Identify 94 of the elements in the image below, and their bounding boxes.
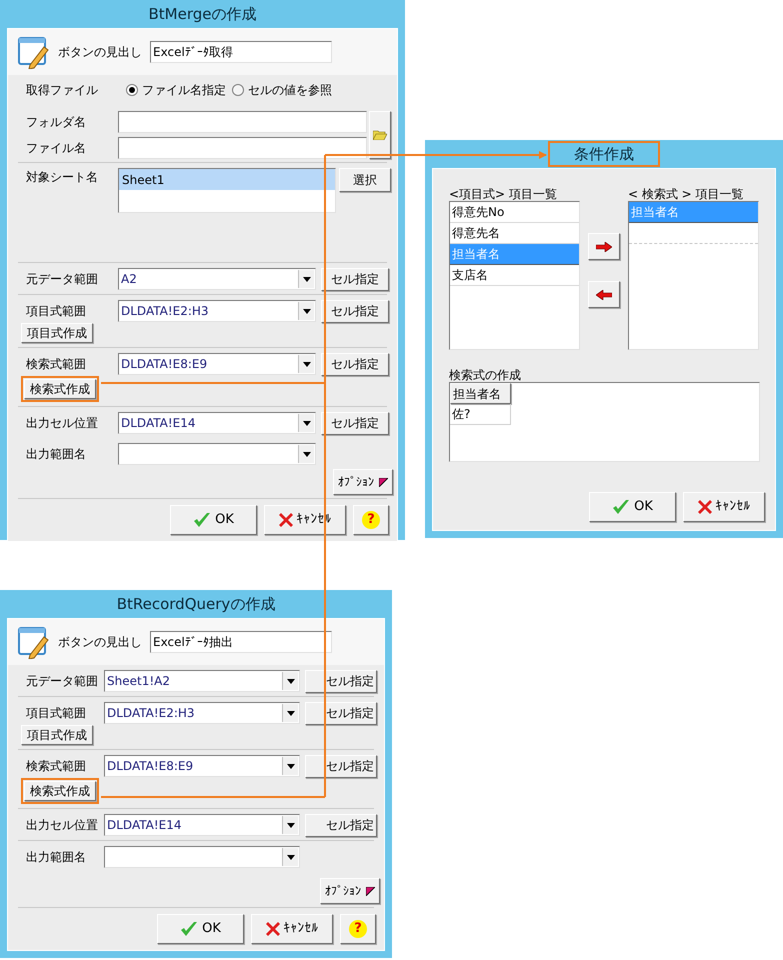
- add-button[interactable]: [588, 233, 620, 260]
- dropdown-icon: [302, 452, 310, 456]
- options-button[interactable]: ｵﾌﾟｼｮﾝ: [333, 469, 393, 495]
- ok-button[interactable]: OK: [157, 914, 244, 944]
- create-button[interactable]: 項目式作成: [21, 323, 93, 343]
- dropdown-icon: [286, 764, 294, 768]
- cell-select-button[interactable]: セル指定: [305, 754, 377, 778]
- window-title: BtRecordQueryの作成: [116, 594, 276, 615]
- list-item[interactable]: 得意先No: [450, 202, 579, 223]
- radio-label: ファイル名指定: [142, 82, 226, 99]
- section-heading: 検索式の作成: [449, 367, 522, 382]
- field-label: 項目式範囲: [26, 705, 87, 722]
- condition-grid[interactable]: 担当者名 佐?: [449, 382, 760, 462]
- dropdown-icon: [286, 710, 294, 716]
- folder-icon: [373, 130, 387, 140]
- window-title: BtMergeの作成: [148, 4, 258, 25]
- cell-select-button[interactable]: セル指定: [305, 702, 377, 724]
- field-label: ボタンの見出し: [58, 44, 142, 61]
- dropdown-icon: [302, 420, 310, 426]
- field-label: 対象シート名: [26, 169, 99, 186]
- cell-select-button[interactable]: セル指定: [321, 300, 389, 322]
- field-label: 出力セル位置: [26, 415, 99, 432]
- corner-triangle-icon: [366, 886, 375, 896]
- combo-field[interactable]: DLDATA!E8:E9: [104, 755, 300, 777]
- checkmark-icon: [180, 921, 198, 937]
- field-label: ファイル名: [26, 140, 87, 157]
- cancel-button[interactable]: ｷｬﾝｾﾙ: [683, 492, 765, 522]
- list-heading: < 検索式 > 項目一覧: [628, 186, 745, 201]
- combo-field[interactable]: Sheet1!A2: [104, 670, 300, 692]
- field-label: フォルダ名: [26, 114, 87, 131]
- combo-field[interactable]: [104, 846, 300, 868]
- window-title: 条件作成: [548, 141, 660, 167]
- select-button[interactable]: 選択: [339, 168, 391, 192]
- help-button[interactable]: ?: [353, 505, 389, 535]
- create-button[interactable]: 項目式作成: [21, 725, 93, 745]
- field-label: 項目式範囲: [26, 303, 87, 320]
- cell-select-button[interactable]: セル指定: [321, 268, 389, 290]
- combo-field[interactable]: DLDATA!E14: [118, 412, 316, 434]
- list-item[interactable]: 支店名: [450, 265, 579, 286]
- combo-field[interactable]: [118, 443, 316, 465]
- corner-triangle-icon: [379, 478, 388, 486]
- dropdown-icon: [302, 276, 310, 282]
- list-item[interactable]: Sheet1: [119, 169, 335, 190]
- options-button[interactable]: ｵﾌﾟｼｮﾝ: [320, 878, 380, 904]
- dropdown-icon: [286, 822, 294, 828]
- field-label: 検索式範囲: [26, 758, 87, 775]
- grid-cell[interactable]: 佐?: [450, 404, 511, 425]
- right-arrow-icon: [596, 242, 612, 252]
- sheet-list[interactable]: Sheet1: [118, 168, 336, 213]
- dropdown-icon: [302, 362, 310, 366]
- radio-label: セルの値を参照: [248, 82, 332, 99]
- remove-button[interactable]: [588, 281, 620, 308]
- text-field[interactable]: [118, 111, 367, 133]
- create-button[interactable]: 検索式作成: [24, 781, 96, 801]
- field-label: ボタンの見出し: [58, 634, 142, 651]
- left-arrow-icon: [596, 290, 612, 300]
- checkmark-icon: [612, 499, 630, 515]
- cancel-button[interactable]: ｷｬﾝｾﾙ: [251, 914, 333, 944]
- combo-field[interactable]: DLDATA!E2:H3: [118, 300, 316, 322]
- combo-field[interactable]: DLDATA!E14: [104, 814, 300, 836]
- cross-icon: [698, 500, 712, 514]
- field-label: 検索式範囲: [26, 356, 87, 373]
- combo-field[interactable]: DLDATA!E2:H3: [104, 702, 300, 724]
- field-label: 出力セル位置: [26, 817, 99, 834]
- radio-button[interactable]: [126, 84, 138, 96]
- radio-button[interactable]: [232, 84, 244, 96]
- cross-icon: [278, 513, 292, 527]
- field-label: 出力範囲名: [26, 446, 87, 463]
- field-label: 元データ範囲: [26, 673, 99, 690]
- list-heading: <項目式> 項目一覧: [449, 186, 558, 201]
- field-label: 元データ範囲: [26, 271, 99, 288]
- cross-icon: [266, 922, 280, 936]
- cell-select-button[interactable]: セル指定: [305, 670, 377, 692]
- caption-field[interactable]: Excelﾃﾞｰﾀ抽出: [150, 631, 332, 653]
- create-button[interactable]: 検索式作成: [24, 379, 96, 399]
- cell-select-button[interactable]: セル指定: [305, 814, 377, 836]
- caption-field[interactable]: Excelﾃﾞｰﾀ取得: [150, 41, 332, 63]
- text-field[interactable]: [118, 137, 367, 159]
- combo-field[interactable]: A2: [118, 268, 316, 290]
- dropdown-icon: [302, 308, 310, 314]
- dropdown-icon: [286, 678, 294, 684]
- browse-button[interactable]: [369, 111, 391, 159]
- field-label: 取得ファイル: [26, 82, 99, 99]
- ok-button[interactable]: OK: [589, 492, 676, 522]
- column-header: 担当者名: [450, 383, 511, 404]
- combo-field[interactable]: DLDATA!E8:E9: [118, 353, 316, 375]
- cell-select-button[interactable]: セル指定: [321, 352, 389, 376]
- dropdown-icon: [286, 854, 294, 860]
- list-box[interactable]: 得意先No 得意先名 担当者名 支店名: [449, 201, 580, 350]
- field-label: 出力範囲名: [26, 849, 87, 866]
- cell-select-button[interactable]: セル指定: [321, 412, 389, 434]
- checkmark-icon: [193, 512, 212, 528]
- help-button[interactable]: ?: [340, 914, 376, 944]
- ok-button[interactable]: OK: [170, 505, 257, 535]
